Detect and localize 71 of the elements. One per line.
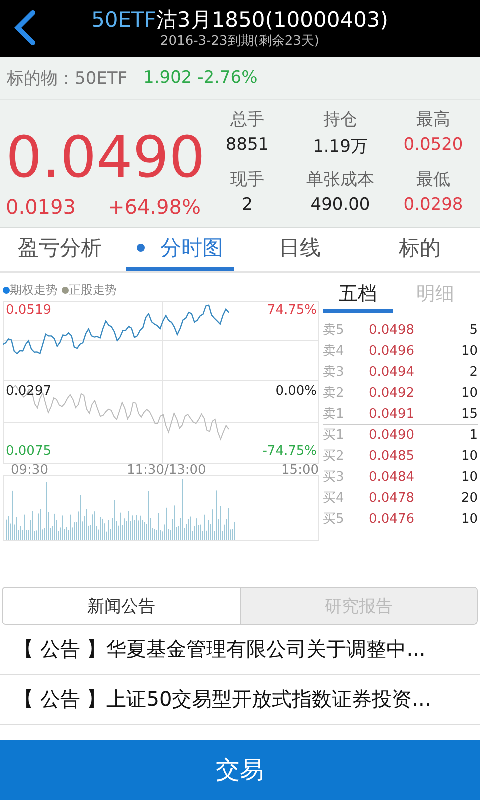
stat-label: 最高 [416, 109, 450, 131]
level-price: 0.0492 [368, 386, 416, 400]
chart-tab[interactable]: 分时图 [126, 228, 234, 271]
order-book-tab[interactable]: 五档 [323, 279, 392, 313]
underlying-label: 标的物：50ETF [7, 68, 128, 90]
mid-value: 0.0297 [6, 384, 52, 399]
trade-button[interactable]: 交易 [0, 740, 480, 800]
stat-value: 2 [242, 195, 253, 215]
price-change-percent: +64.98% [108, 195, 201, 219]
level-price: 0.0490 [368, 428, 416, 442]
expiry-text: 2016-3-23到期(剩余23天) [160, 32, 320, 50]
level-quantity: 10 [460, 512, 478, 526]
option-name: 沽3月1850(10000403) [156, 6, 388, 32]
level-label: 卖4 [323, 343, 346, 360]
level-label: 买2 [323, 448, 346, 465]
level-price: 0.0484 [368, 470, 416, 484]
stat-value: 0.0298 [404, 195, 464, 215]
news-tab[interactable]: 新闻公告 [3, 588, 240, 624]
time-label: 11:30/13:00 [127, 463, 206, 478]
option-high-value: 0.0519 [6, 303, 52, 318]
legend-label: 正股走势 [69, 282, 117, 298]
level-label: 卖1 [323, 406, 346, 423]
level-price: 0.0498 [368, 322, 416, 338]
level-price: 0.0496 [368, 344, 416, 358]
level-quantity: 20 [460, 490, 478, 506]
level-label: 卖3 [323, 364, 346, 381]
level-quantity: 5 [468, 322, 478, 338]
stat-label: 持仓 [324, 109, 358, 131]
level-price: 0.0494 [368, 364, 416, 380]
price-change: 0.0193 [6, 195, 76, 219]
dot-icon [136, 244, 144, 252]
chart-tab[interactable]: 日线 [246, 228, 354, 271]
stat-label: 总手 [230, 109, 264, 131]
stat-value: 1.19万 [313, 136, 368, 158]
level-label: 买1 [323, 427, 346, 444]
level-quantity: 10 [460, 386, 478, 400]
option-low-percent: -74.75% [262, 444, 317, 459]
stat-label: 最低 [416, 169, 450, 191]
chart-tab[interactable]: 盈亏分析 [6, 228, 114, 271]
level-quantity: 15 [460, 406, 478, 422]
level-label: 买5 [323, 511, 346, 528]
stat-label: 单张成本 [306, 169, 374, 191]
news-item[interactable]: 【 公告 】上证50交易型开放式指数证券投资... [0, 675, 480, 725]
option-code: 50ETF [92, 6, 156, 32]
last-price: 0.0490 [6, 124, 206, 193]
underlying-quote: 1.902 -2.76% [144, 68, 258, 88]
level-price: 0.0478 [368, 490, 416, 506]
time-label: 15:00 [282, 463, 319, 478]
level-label: 卖5 [323, 322, 346, 339]
level-quantity: 1 [468, 428, 478, 442]
level-label: 卖2 [323, 385, 346, 402]
level-price: 0.0485 [368, 448, 416, 464]
news-item[interactable]: 【 公告 】华夏基金管理有限公司关于调整中... [0, 625, 480, 675]
stat-value: 0.0520 [404, 135, 464, 155]
chart-tab[interactable]: 标的 [366, 228, 474, 271]
level-label: 买3 [323, 469, 346, 486]
level-label: 买4 [323, 490, 346, 507]
level-quantity: 10 [460, 448, 478, 464]
level-price: 0.0491 [368, 406, 416, 422]
mid-percent: 0.00% [276, 384, 317, 399]
level-price: 0.0476 [368, 512, 416, 526]
level-quantity: 10 [460, 470, 478, 484]
stat-value: 8851 [226, 135, 270, 155]
level-quantity: 10 [460, 344, 478, 358]
time-label: 09:30 [11, 463, 48, 478]
option-high-percent: 74.75% [267, 303, 317, 318]
stat-value: 490.00 [310, 195, 370, 215]
option-low-value: 0.0075 [6, 444, 52, 459]
legend-label: 期权走势 [10, 282, 58, 298]
level-quantity: 2 [468, 364, 478, 380]
stat-label: 现手 [230, 169, 264, 191]
